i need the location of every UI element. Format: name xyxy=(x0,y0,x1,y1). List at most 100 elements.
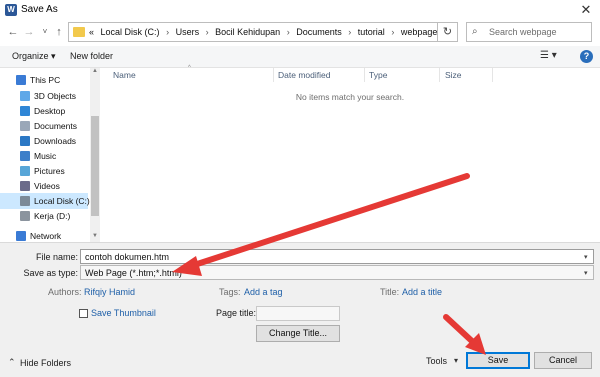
videos-icon xyxy=(20,181,30,191)
sidebar-item-desktop[interactable]: Desktop xyxy=(0,103,88,119)
breadcrumb-local-disk[interactable]: Local Disk (C:) xyxy=(101,27,160,37)
search-input[interactable]: Search webpage xyxy=(489,27,557,37)
save-as-type-dropdown-icon[interactable]: ▾ xyxy=(584,269,588,277)
save-thumbnail-label[interactable]: Save Thumbnail xyxy=(91,308,156,318)
sidebar-item-videos[interactable]: Videos xyxy=(0,178,88,194)
breadcrumb-webpage[interactable]: webpage xyxy=(401,27,438,37)
chevron-up-icon[interactable]: ⌃ xyxy=(8,357,16,368)
breadcrumb-separator: › xyxy=(286,27,290,37)
organize-button[interactable]: Organize ▾ xyxy=(12,51,56,62)
sidebar-item-label: 3D Objects xyxy=(34,91,77,101)
music-icon xyxy=(20,151,30,161)
sidebar-item-label: Pictures xyxy=(34,166,65,176)
page-title-label: Page title: xyxy=(216,308,257,318)
search-box[interactable]: ⌕ Search webpage xyxy=(466,22,592,42)
sidebar-item-label: Kerja (D:) xyxy=(34,211,71,221)
search-icon: ⌕ xyxy=(472,26,478,37)
column-header-type[interactable]: Type xyxy=(369,70,387,80)
page-title-field[interactable] xyxy=(256,306,340,321)
new-folder-button[interactable]: New folder xyxy=(70,51,113,61)
title-field[interactable]: Add a title xyxy=(402,287,442,297)
breadcrumb-separator: › xyxy=(166,27,170,37)
authors-value[interactable]: Rifqiy Hamid xyxy=(84,287,135,297)
recent-locations-chevron-icon[interactable]: ˅ xyxy=(38,24,52,40)
breadcrumb-separator: › xyxy=(348,27,352,37)
close-icon[interactable]: ✕ xyxy=(574,1,598,19)
scrollbar-thumb[interactable] xyxy=(91,116,99,216)
column-divider[interactable] xyxy=(273,68,274,82)
breadcrumb-separator: › xyxy=(205,27,209,37)
sidebar-item-label: Music xyxy=(34,151,57,161)
sidebar-scrollbar[interactable]: ▲ ▼ xyxy=(90,68,100,242)
file-name-value: contoh dokumen.htm xyxy=(85,252,170,262)
address-bar[interactable]: « Local Disk (C:) › Users › Bocil Kehidu… xyxy=(68,22,489,42)
title-label: Title: xyxy=(380,287,400,297)
sidebar-item-kerja-d[interactable]: Kerja (D:) xyxy=(0,208,88,224)
sidebar-item-3d-objects[interactable]: 3D Objects xyxy=(0,88,88,104)
breadcrumb-tutorial[interactable]: tutorial xyxy=(358,27,385,37)
sidebar-item-label: This PC xyxy=(30,75,61,85)
sidebar-item-local-disk[interactable]: Local Disk (C:) xyxy=(0,193,90,209)
save-as-type-label: Save as type: xyxy=(23,268,78,278)
empty-list-message: No items match your search. xyxy=(295,92,405,102)
change-title-button[interactable]: Change Title... xyxy=(256,325,340,342)
sidebar-item-pictures[interactable]: Pictures xyxy=(0,163,88,179)
desktop-icon xyxy=(20,106,30,116)
breadcrumb-documents[interactable]: Documents xyxy=(296,27,342,37)
word-app-icon: W xyxy=(5,4,17,16)
hide-folders-button[interactable]: Hide Folders xyxy=(20,358,71,368)
downloads-icon xyxy=(20,136,30,146)
pictures-icon xyxy=(20,166,30,176)
sidebar-item-label: Documents xyxy=(34,121,77,131)
column-divider[interactable] xyxy=(364,68,365,82)
save-button[interactable]: Save xyxy=(466,352,530,369)
sidebar-item-label: Local Disk (C:) xyxy=(34,196,90,206)
refresh-icon[interactable]: ↻ xyxy=(438,22,458,42)
save-thumbnail-checkbox[interactable] xyxy=(79,309,88,318)
3d-objects-icon xyxy=(20,91,30,101)
pc-icon xyxy=(16,75,26,85)
breadcrumb: « Local Disk (C:) › Users › Bocil Kehidu… xyxy=(89,27,441,37)
file-name-dropdown-icon[interactable]: ▾ xyxy=(584,253,588,261)
sidebar-item-documents[interactable]: Documents xyxy=(0,118,88,134)
drive-icon xyxy=(20,211,30,221)
column-header-date-modified[interactable]: Date modified xyxy=(278,70,330,80)
tools-button[interactable]: Tools xyxy=(426,356,447,366)
tags-field[interactable]: Add a tag xyxy=(244,287,283,297)
view-options-icon[interactable]: ☰ ▾ xyxy=(540,50,557,61)
network-icon xyxy=(16,231,26,241)
sidebar-item-label: Desktop xyxy=(34,106,66,116)
sidebar-item-label: Downloads xyxy=(34,136,77,146)
column-header-name[interactable]: Name xyxy=(113,70,136,80)
breadcrumb-users[interactable]: Users xyxy=(176,27,200,37)
save-as-type-select[interactable]: Web Page (*.htm;*.html) ▾ xyxy=(80,265,594,280)
back-arrow-icon[interactable]: ← xyxy=(6,24,20,40)
cancel-button[interactable]: Cancel xyxy=(534,352,592,369)
sidebar-item-this-pc[interactable]: This PC xyxy=(0,72,88,88)
scroll-down-icon[interactable]: ▼ xyxy=(90,233,100,239)
column-header-size[interactable]: Size xyxy=(445,70,462,80)
column-divider[interactable] xyxy=(492,68,493,82)
breadcrumb-bocil-kehidupan[interactable]: Bocil Kehidupan xyxy=(215,27,280,37)
local-disk-icon xyxy=(20,196,30,206)
window-title: Save As xyxy=(21,4,58,15)
folder-icon xyxy=(73,27,85,37)
column-divider[interactable] xyxy=(439,68,440,82)
save-options-panel: File name: contoh dokumen.htm ▾ Save as … xyxy=(0,242,600,377)
file-name-field[interactable]: contoh dokumen.htm ▾ xyxy=(80,249,594,264)
scroll-up-icon[interactable]: ▲ xyxy=(90,68,100,74)
file-name-label: File name: xyxy=(35,252,78,262)
documents-icon xyxy=(20,121,30,131)
sidebar-item-label: Network xyxy=(30,231,62,241)
sort-indicator-icon: ^ xyxy=(188,65,191,71)
tools-dropdown-icon[interactable]: ▾ xyxy=(454,356,458,365)
sidebar-item-downloads[interactable]: Downloads xyxy=(0,133,88,149)
help-icon[interactable]: ? xyxy=(580,50,593,63)
forward-arrow-icon[interactable]: → xyxy=(22,24,36,40)
file-list: ^ Name Date modified Type Size No items … xyxy=(100,65,600,242)
navigation-pane: This PC 3D Objects Desktop Documents Dow… xyxy=(0,68,100,242)
sidebar-item-label: Videos xyxy=(34,181,60,191)
sidebar-item-music[interactable]: Music xyxy=(0,148,88,164)
breadcrumb-overflow[interactable]: « xyxy=(89,27,94,37)
up-arrow-icon[interactable]: ↑ xyxy=(52,24,66,40)
